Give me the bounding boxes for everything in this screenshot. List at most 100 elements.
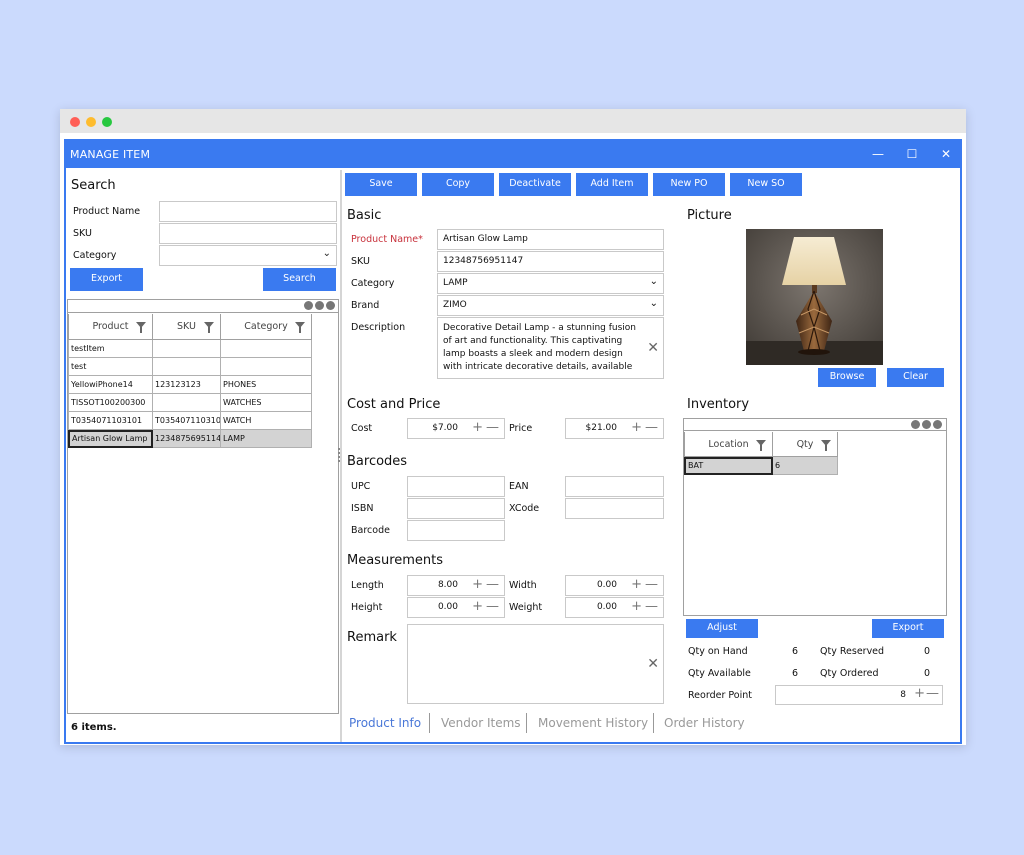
measurements-heading: Measurements (347, 553, 444, 568)
minimize-dot-icon[interactable] (86, 117, 96, 127)
window-title: MANAGE ITEM (70, 148, 151, 161)
product-picture (746, 229, 883, 365)
reorder-point-value: 8 (900, 690, 906, 700)
browse-button[interactable]: Browse (818, 368, 876, 387)
search-product-name-input[interactable] (159, 201, 337, 222)
product-name-input[interactable]: Artisan Glow Lamp (437, 229, 664, 250)
new-po-button[interactable]: New PO (653, 173, 725, 196)
grid-menu-dot-icon[interactable] (911, 420, 920, 429)
minus-icon[interactable]: — (486, 577, 499, 593)
length-value: 8.00 (437, 580, 458, 590)
price-stepper[interactable]: $21.00 + — (565, 418, 664, 439)
weight-label: Weight (509, 602, 543, 613)
plus-icon[interactable]: + (472, 577, 483, 593)
cell-sku (153, 358, 221, 376)
copy-button[interactable]: Copy (422, 173, 494, 196)
deactivate-button[interactable]: Deactivate (499, 173, 571, 196)
reorder-point-label: Reorder Point (688, 690, 752, 701)
width-stepper[interactable]: 0.00 + — (565, 575, 664, 596)
brand-select[interactable]: ZIMO ⌄ (437, 295, 664, 316)
search-category-select[interactable]: ⌄ (159, 245, 337, 266)
tab-product-info[interactable]: Product Info (349, 716, 421, 730)
cell-category: PHONES (221, 376, 312, 394)
minimize-icon[interactable]: — (868, 145, 888, 163)
minus-icon[interactable]: — (645, 420, 658, 436)
ean-input[interactable] (565, 476, 664, 497)
sku-label: SKU (73, 228, 92, 239)
weight-stepper[interactable]: 0.00 + — (565, 597, 664, 618)
sku-input[interactable]: 12348756951147 (437, 251, 664, 272)
column-header-sku[interactable]: SKU (153, 314, 221, 340)
height-stepper[interactable]: 0.00 + — (407, 597, 505, 618)
cell-category: WATCHES (221, 394, 312, 412)
plus-icon[interactable]: + (914, 686, 925, 702)
minus-icon[interactable]: — (645, 577, 658, 593)
width-label: Width (509, 580, 537, 591)
export-button[interactable]: Export (70, 268, 143, 291)
category-value: LAMP (443, 278, 468, 288)
column-header-location[interactable]: Location (684, 432, 773, 457)
length-stepper[interactable]: 8.00 + — (407, 575, 505, 596)
cost-stepper[interactable]: $7.00 + — (407, 418, 505, 439)
column-header-label: Product (92, 321, 129, 332)
filter-icon[interactable] (821, 440, 831, 451)
grid-menu-dot-icon[interactable] (304, 301, 313, 310)
clear-remark-icon[interactable]: ✕ (647, 656, 659, 672)
cell-sku: 123123123 (153, 376, 221, 394)
plus-icon[interactable]: + (472, 420, 483, 436)
clear-description-icon[interactable]: ✕ (647, 340, 659, 356)
xcode-input[interactable] (565, 498, 664, 519)
plus-icon[interactable]: + (631, 599, 642, 615)
isbn-input[interactable] (407, 498, 505, 519)
category-select[interactable]: LAMP ⌄ (437, 273, 664, 294)
chevron-down-icon: ⌄ (649, 298, 658, 309)
save-button[interactable]: Save (345, 173, 417, 196)
upc-input[interactable] (407, 476, 505, 497)
column-header-label: SKU (177, 321, 196, 332)
minus-icon[interactable]: — (486, 599, 499, 615)
grid-menu-dot-icon[interactable] (922, 420, 931, 429)
filter-icon[interactable] (295, 322, 305, 333)
column-header-product[interactable]: Product (68, 314, 153, 340)
lamp-image (746, 229, 883, 365)
remark-textarea[interactable]: ✕ (407, 624, 664, 704)
tab-movement-history[interactable]: Movement History (538, 716, 648, 730)
plus-icon[interactable]: + (631, 420, 642, 436)
add-item-button[interactable]: Add Item (576, 173, 648, 196)
qty-available-value: 6 (792, 668, 799, 679)
maximize-icon[interactable]: ☐ (902, 145, 922, 163)
column-header-category[interactable]: Category (221, 314, 312, 340)
search-heading: Search (71, 178, 116, 193)
category-label: Category (73, 250, 117, 261)
adjust-button[interactable]: Adjust (686, 619, 758, 638)
grid-menu-dot-icon[interactable] (315, 301, 324, 310)
filter-icon[interactable] (136, 322, 146, 333)
plus-icon[interactable]: + (472, 599, 483, 615)
description-textarea[interactable]: Decorative Detail Lamp - a stunning fusi… (437, 317, 664, 379)
search-sku-input[interactable] (159, 223, 337, 244)
minus-icon[interactable]: — (486, 420, 499, 436)
clear-picture-button[interactable]: Clear (887, 368, 944, 387)
reorder-point-stepper[interactable]: 8 + — (775, 685, 943, 705)
minus-icon[interactable]: — (645, 599, 658, 615)
grid-menu-dot-icon[interactable] (933, 420, 942, 429)
cell-sku: T0354071103101 (153, 412, 221, 430)
plus-icon[interactable]: + (631, 577, 642, 593)
splitter-grip-icon[interactable] (338, 448, 342, 462)
minus-icon[interactable]: — (926, 686, 939, 702)
filter-icon[interactable] (756, 440, 766, 451)
inventory-export-button[interactable]: Export (872, 619, 944, 638)
barcode-input[interactable] (407, 520, 505, 541)
close-icon[interactable]: ✕ (936, 145, 956, 163)
filter-icon[interactable] (204, 322, 214, 333)
maximize-dot-icon[interactable] (102, 117, 112, 127)
tab-order-history[interactable]: Order History (664, 716, 745, 730)
sku-value: 12348756951147 (443, 256, 524, 266)
new-so-button[interactable]: New SO (730, 173, 802, 196)
close-dot-icon[interactable] (70, 117, 80, 127)
search-button[interactable]: Search (263, 268, 336, 291)
column-header-qty[interactable]: Qty (773, 432, 838, 457)
remark-heading: Remark (347, 630, 397, 645)
tab-vendor-items[interactable]: Vendor Items (441, 716, 521, 730)
grid-menu-dot-icon[interactable] (326, 301, 335, 310)
